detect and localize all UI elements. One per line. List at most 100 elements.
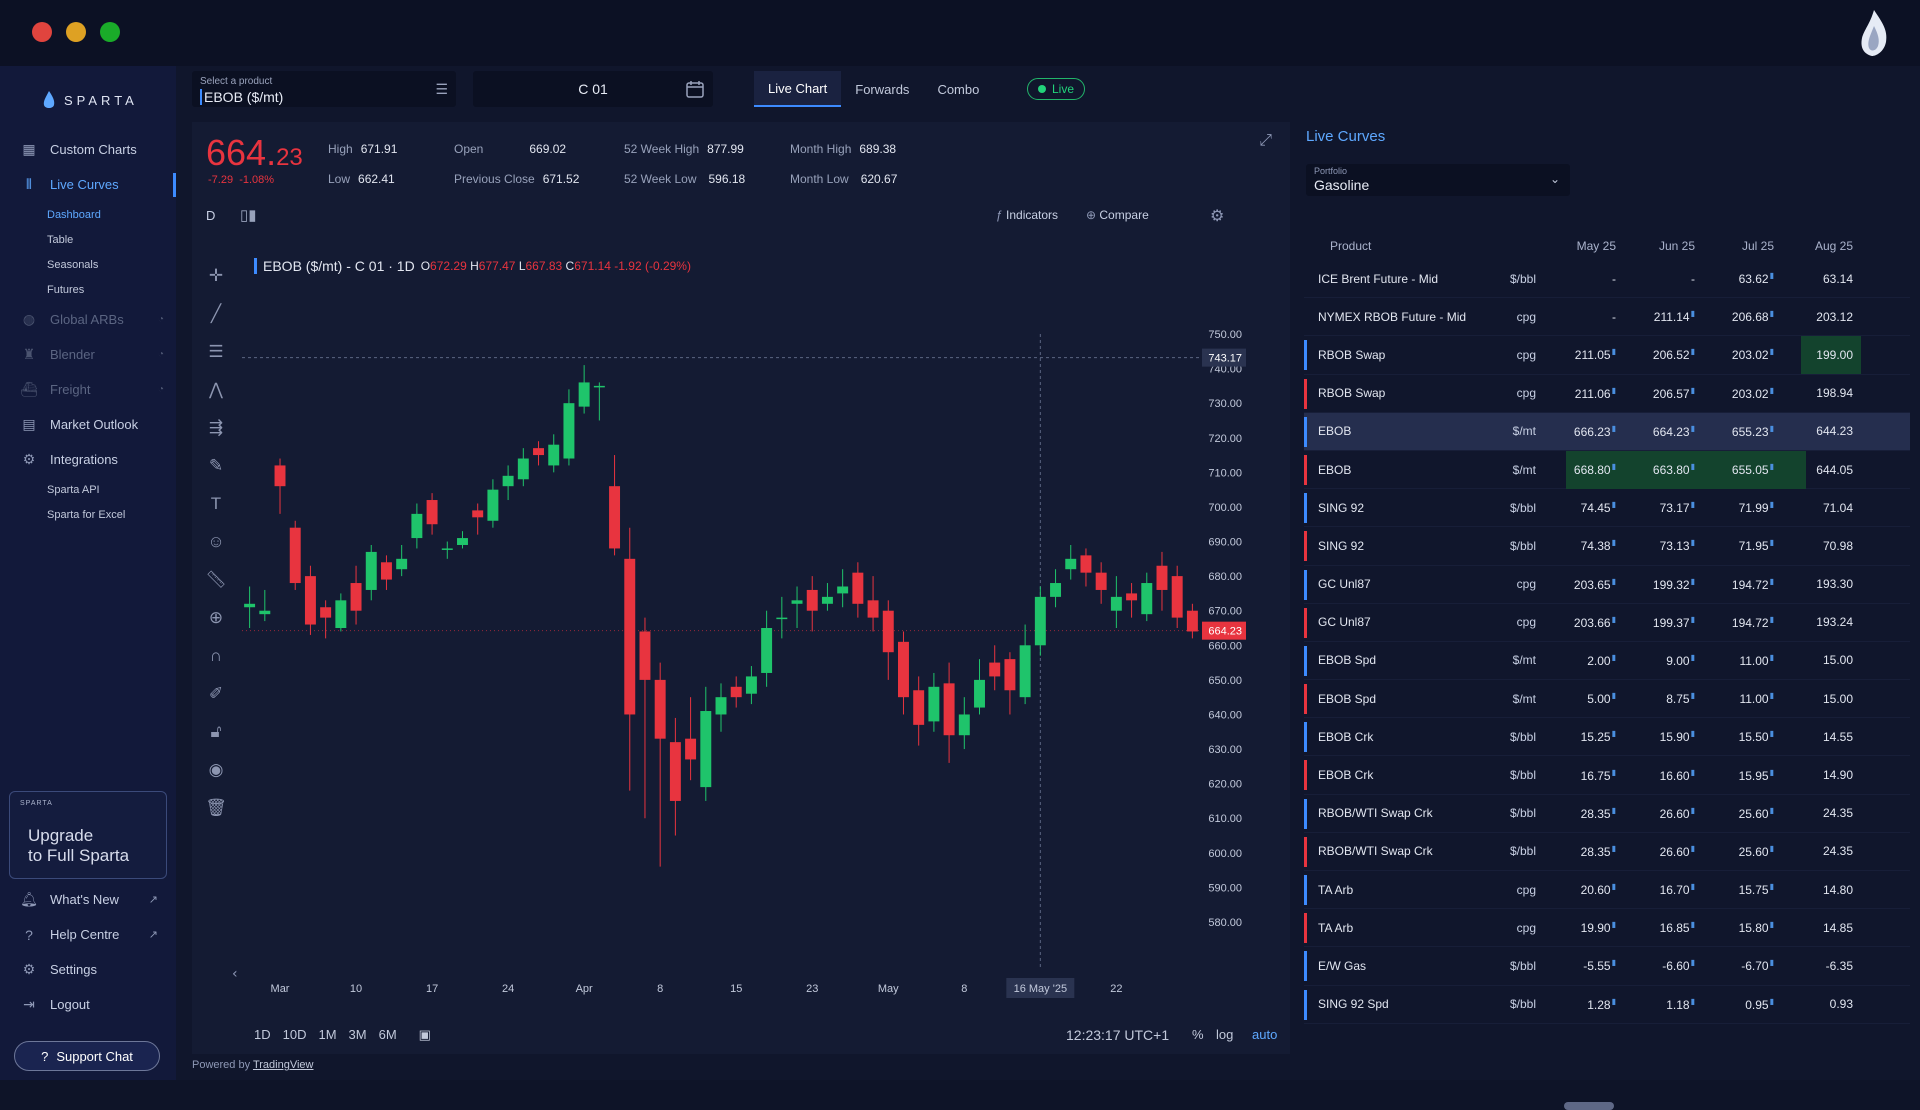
price-cell[interactable]: -5.55▮ [1536, 958, 1616, 973]
price-cell[interactable]: 644.23 [1773, 424, 1853, 438]
price-cell[interactable]: 206.52▮ [1615, 347, 1695, 362]
scroll-left-icon[interactable]: ‹ [232, 966, 238, 982]
date-range-icon[interactable]: ▣ [419, 1027, 431, 1043]
price-cell[interactable]: 199.00 [1773, 348, 1853, 362]
price-cell[interactable]: 2.00▮ [1536, 653, 1616, 668]
table-row[interactable]: SING 92 $/bbl 74.38▮ 73.13▮ 71.95▮ 70.98 [1304, 527, 1910, 566]
table-row[interactable]: E/W Gas $/bbl -5.55▮ -6.60▮ -6.70▮ -6.35 [1304, 947, 1910, 986]
price-cell[interactable]: 15.75▮ [1694, 882, 1774, 897]
price-cell[interactable]: 15.95▮ [1694, 768, 1774, 783]
table-row[interactable]: EBOB Spd $/mt 2.00▮ 9.00▮ 11.00▮ 15.00 [1304, 642, 1910, 681]
price-cell[interactable]: 206.68▮ [1694, 309, 1774, 324]
table-row[interactable]: SING 92 $/bbl 74.45▮ 73.17▮ 71.99▮ 71.04 [1304, 489, 1910, 528]
close-window-button[interactable] [32, 22, 52, 42]
tf-1m[interactable]: 1M [318, 1027, 336, 1043]
price-cell[interactable]: 14.55 [1773, 730, 1853, 744]
sidebar-subitem-table[interactable]: Table [0, 227, 176, 252]
price-cell[interactable]: 74.45▮ [1536, 500, 1616, 515]
price-cell[interactable]: -6.60▮ [1615, 958, 1695, 973]
support-chat-button[interactable]: ? Support Chat [14, 1041, 160, 1071]
fib-lines-icon[interactable]: ☰ [202, 338, 230, 366]
table-row[interactable]: ICE Brent Future - Mid $/bbl - -63.62▮ 63.14 [1304, 260, 1910, 299]
price-cell[interactable]: -6.35 [1773, 959, 1853, 973]
log-toggle[interactable]: log [1216, 1027, 1233, 1042]
price-cell[interactable]: 211.14▮ [1615, 309, 1695, 324]
price-cell[interactable]: 11.00▮ [1694, 691, 1774, 706]
price-cell[interactable]: 73.13▮ [1615, 538, 1695, 553]
price-cell[interactable]: -6.70▮ [1694, 958, 1774, 973]
price-cell[interactable]: 194.72▮ [1694, 615, 1774, 630]
trash-icon[interactable]: 🗑︎ [202, 794, 230, 822]
price-cell[interactable]: 663.80▮ [1615, 462, 1695, 477]
tf-3m[interactable]: 3M [349, 1027, 367, 1043]
contract-selector[interactable]: C 01 [473, 71, 713, 107]
sidebar-subitem-sparta-api[interactable]: Sparta API [0, 477, 176, 502]
compare-button[interactable]: ⊕ Compare [1086, 208, 1149, 222]
price-cell[interactable]: 194.72▮ [1694, 577, 1774, 592]
price-cell[interactable]: 25.60▮ [1694, 844, 1774, 859]
price-cell[interactable]: 198.94 [1773, 386, 1853, 400]
price-cell[interactable]: 71.99▮ [1694, 500, 1774, 515]
table-row[interactable]: EBOB Crk $/bbl 15.25▮ 15.90▮ 15.50▮ 14.55 [1304, 718, 1910, 757]
price-cell[interactable]: 28.35▮ [1536, 844, 1616, 859]
price-cell[interactable]: 15.80▮ [1694, 920, 1774, 935]
tradingview-link[interactable]: TradingView [253, 1059, 314, 1071]
minimize-window-button[interactable] [66, 22, 86, 42]
price-cell[interactable]: 655.05▮ [1694, 462, 1774, 477]
brush-icon[interactable]: ✎ [202, 452, 230, 480]
sidebar-item-market-outlook[interactable]: ▤ Market Outlook [0, 407, 176, 442]
sidebar-item-integrations[interactable]: ⚙ Integrations [0, 442, 176, 477]
price-cell[interactable]: 73.17▮ [1615, 500, 1695, 515]
price-cell[interactable]: 203.02▮ [1694, 386, 1774, 401]
price-cell[interactable]: 26.60▮ [1615, 806, 1695, 821]
price-cell[interactable]: 14.85 [1773, 921, 1853, 935]
price-cell[interactable]: 15.00 [1773, 653, 1853, 667]
table-row[interactable]: GC Unl87 cpg 203.66▮ 199.37▮ 194.72▮ 193.24 [1304, 604, 1910, 642]
price-cell[interactable]: 26.60▮ [1615, 844, 1695, 859]
price-cell[interactable]: 20.60▮ [1536, 882, 1616, 897]
candles-icon[interactable]: ▯▮ [240, 206, 257, 224]
price-cell[interactable]: - [1536, 310, 1616, 324]
sidebar-subitem-futures[interactable]: Futures [0, 277, 176, 302]
price-cell[interactable]: 14.80 [1773, 883, 1853, 897]
price-cell[interactable]: 203.66▮ [1536, 615, 1616, 630]
price-cell[interactable]: 668.80▮ [1536, 462, 1616, 477]
table-row[interactable]: RBOB/WTI Swap Crk $/bbl 28.35▮ 26.60▮ 25.60▮… [1304, 795, 1910, 833]
price-cell[interactable]: 63.62▮ [1694, 271, 1774, 286]
sidebar-item-logout[interactable]: ⇥ Logout [0, 987, 176, 1022]
expand-icon[interactable]: ⤢ [1259, 132, 1272, 150]
lock-icon[interactable]: 🔓︎ [202, 718, 230, 746]
candlestick-chart[interactable]: 750.00740.00730.00720.00710.00700.00690.… [232, 250, 1288, 1020]
price-cell[interactable]: 15.50▮ [1694, 729, 1774, 744]
ruler-icon[interactable]: 📏︎ [202, 566, 230, 594]
price-cell[interactable]: 25.60▮ [1694, 806, 1774, 821]
sidebar-subitem-sparta-excel[interactable]: Sparta for Excel [0, 502, 176, 527]
portfolio-select[interactable]: Portfolio Gasoline ⌄ [1306, 164, 1570, 196]
price-cell[interactable]: 15.25▮ [1536, 729, 1616, 744]
sidebar-item-help-centre[interactable]: ? Help Centre ↗ [0, 917, 176, 952]
price-cell[interactable]: 63.14 [1773, 272, 1853, 286]
table-row[interactable]: GC Unl87 cpg 203.65▮ 199.32▮ 194.72▮ 193.30 [1304, 566, 1910, 604]
price-cell[interactable]: 211.05▮ [1536, 347, 1616, 362]
sidebar-item-settings[interactable]: ⚙ Settings [0, 952, 176, 987]
sidebar-item-whats-new[interactable]: 🔔︎ What's New ↗ [0, 882, 176, 917]
price-cell[interactable]: 664.23▮ [1615, 424, 1695, 439]
price-cell[interactable]: 16.85▮ [1615, 920, 1695, 935]
trendline-icon[interactable]: ╱ [202, 300, 230, 328]
price-cell[interactable]: 74.38▮ [1536, 538, 1616, 553]
tf-6m[interactable]: 6M [379, 1027, 397, 1043]
price-cell[interactable]: 5.00▮ [1536, 691, 1616, 706]
auto-toggle[interactable]: auto [1252, 1027, 1277, 1042]
price-cell[interactable]: 15.00 [1773, 692, 1853, 706]
indicators-button[interactable]: ƒ Indicators [996, 208, 1058, 222]
price-cell[interactable]: 203.02▮ [1694, 347, 1774, 362]
sidebar-item-global-arbs[interactable]: ◍ Global ARBs ◔ [0, 302, 176, 337]
price-cell[interactable]: 8.75▮ [1615, 691, 1695, 706]
price-cell[interactable]: 193.30 [1773, 577, 1853, 591]
price-cell[interactable]: 24.35 [1773, 806, 1853, 820]
horizontal-scrollbar[interactable] [1564, 1102, 1614, 1110]
price-cell[interactable]: 203.12 [1773, 310, 1853, 324]
price-cell[interactable]: 666.23▮ [1536, 424, 1616, 439]
price-cell[interactable]: 1.28▮ [1536, 997, 1616, 1012]
price-cell[interactable]: 655.23▮ [1694, 424, 1774, 439]
